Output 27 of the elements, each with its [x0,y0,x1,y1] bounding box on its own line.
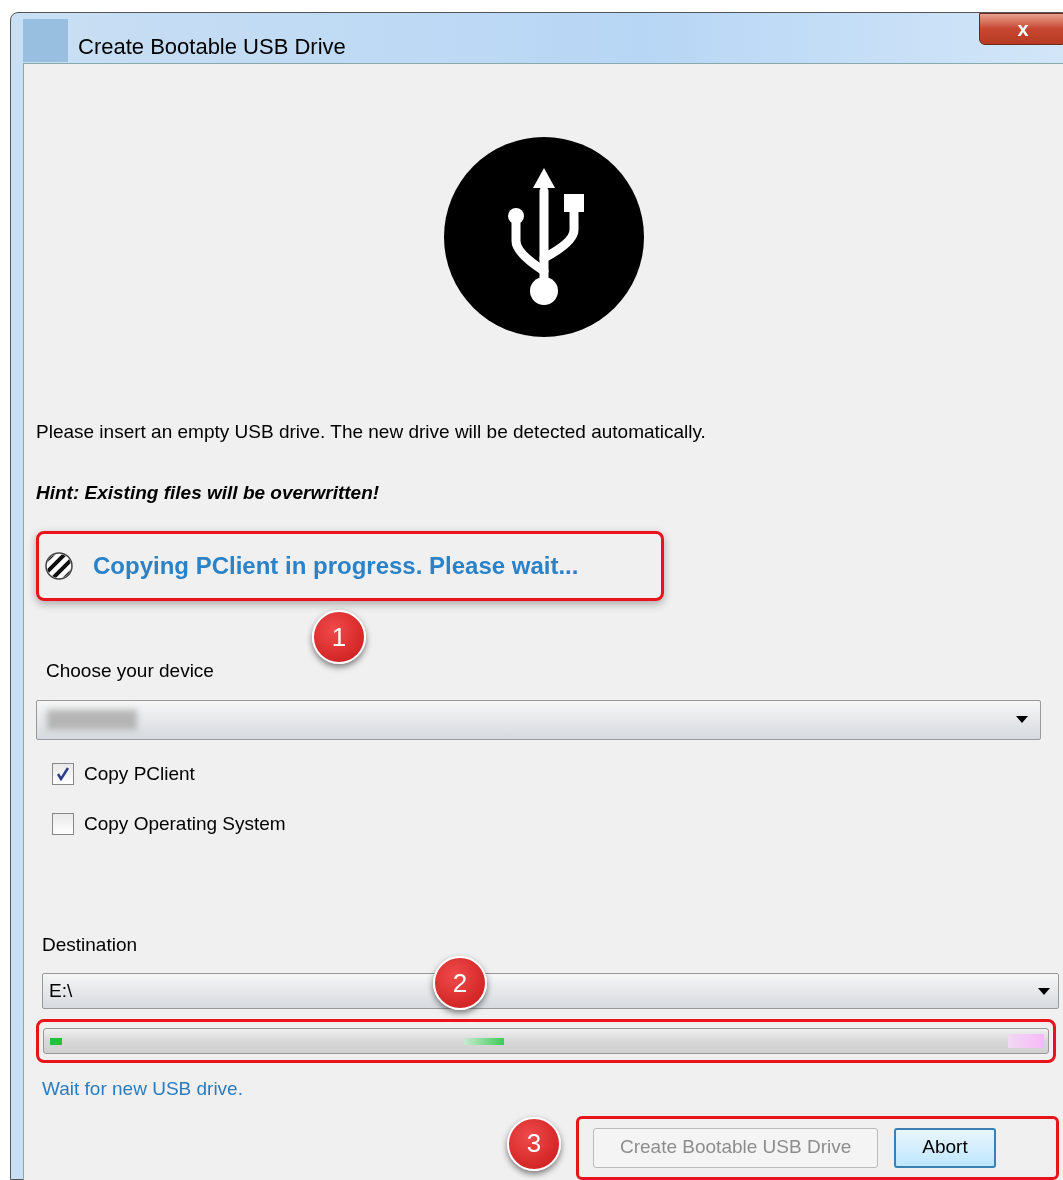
status-message: Copying PClient in progress. Please wait... [93,551,579,581]
destination-label: Destination [42,932,139,957]
checkbox-label: Copy PClient [84,761,195,786]
busy-spinner-icon [45,552,73,580]
usb-icon [443,136,645,338]
callout-number-badge: 1 [312,610,366,664]
dropdown-caret-icon [1016,716,1028,723]
abort-button[interactable]: Abort [894,1127,996,1168]
checkbox-label: Copy Operating System [84,812,286,836]
checkmark-icon [56,766,70,781]
progress-marquee [464,1038,504,1045]
callout-number-badge: 3 [507,1116,561,1171]
device-label: Choose your device [46,659,215,683]
progress-marquee [50,1038,62,1045]
window-title: Create Bootable USB Drive [78,33,346,61]
close-button[interactable]: x [979,13,1063,45]
callout-number-badge: 2 [433,956,487,1010]
device-dropdown[interactable] [36,699,1041,740]
checkbox[interactable] [52,762,74,785]
hint-text: Hint: Existing files will be overwritten! [36,480,381,505]
instruction-text: Please insert an empty USB drive. The new drive will be detected automatically. [36,420,707,444]
destination-value: E:\ [49,978,73,1003]
app-icon [23,19,68,62]
progress-marquee [1008,1034,1044,1048]
dropdown-caret-icon [1038,987,1050,995]
progress-message: Wait for new USB drive. [42,1077,244,1101]
checkbox[interactable] [52,813,74,836]
